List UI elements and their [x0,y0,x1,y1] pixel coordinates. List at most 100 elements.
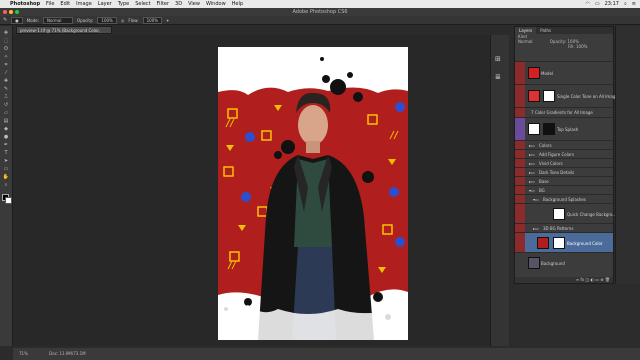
adjustment-icon[interactable]: ◐ [590,277,594,282]
hand-tool-icon[interactable]: ✋ [2,174,10,180]
layer-mask-thumbnail [543,90,555,102]
menu-view[interactable]: View [188,1,200,7]
layer-row[interactable]: Top Splash [515,117,613,140]
mask-icon[interactable]: ◫ [585,277,589,282]
path-select-tool-icon[interactable]: ➤ [2,158,10,164]
flow-field[interactable]: 100% [142,16,163,24]
menubar: Photoshop File Edit Image Layer Type Sel… [0,0,640,8]
history-icon[interactable]: ⊞ [495,55,501,63]
wifi-icon[interactable]: ◠ [585,1,589,7]
layer-fill-field[interactable]: 100% [576,44,587,49]
doc-size[interactable]: Doc: 11.9M/73.1M [49,351,85,356]
mode-select[interactable]: Normal [42,16,73,24]
layer-group-row[interactable]: ▸▭ 3D BG Patterns [515,223,613,232]
visibility-eye-icon[interactable] [515,224,525,232]
zoom-level[interactable]: 71% [19,351,28,356]
visibility-eye-icon[interactable] [515,168,525,176]
layers-panel-tabs: Layers Paths [515,27,613,34]
menu-type[interactable]: Type [118,1,129,7]
new-layer-icon[interactable]: ⊕ [600,277,603,282]
menu-edit[interactable]: Edit [60,1,70,7]
visibility-eye-icon[interactable] [515,108,525,117]
menu-window[interactable]: Window [206,1,226,7]
pen-tool-icon[interactable]: ✒ [2,142,10,148]
app-menu[interactable]: Photoshop [10,1,40,7]
type-tool-icon[interactable]: T [2,150,10,156]
visibility-eye-icon[interactable] [515,186,525,194]
layer-group-row[interactable]: ▸▭ Vivid Colors [515,158,613,167]
menu-3d[interactable]: 3D [175,1,182,7]
layer-row[interactable]: Single Color Tone on All Image [515,84,618,107]
eyedropper-tool-icon[interactable]: ⁄ [2,70,10,76]
link-icon[interactable]: ∞ [576,277,579,282]
quick-select-tool-icon[interactable]: ✧ [2,54,10,60]
document-tab[interactable]: preview-1.tif @ 71% (Background Color, R… [16,26,112,41]
visibility-eye-icon[interactable] [515,204,525,223]
visibility-eye-icon[interactable] [515,62,525,84]
layer-row-selected[interactable]: Background Color [515,232,613,252]
lasso-tool-icon[interactable]: ʘ [2,46,10,52]
layer-row[interactable]: Model [515,61,613,84]
fx-icon[interactable]: fx [580,277,584,282]
visibility-eye-icon[interactable] [515,159,525,167]
layer-row[interactable]: Quick Change Backgro... [515,203,616,223]
background-color-swatch[interactable] [5,197,12,204]
visibility-eye-icon[interactable] [515,253,525,272]
trash-icon[interactable]: 🗑 [605,277,610,282]
layer-group-row[interactable]: ▾▭ Background Splashes [515,194,613,203]
airbrush-icon[interactable]: ✦ [166,18,169,23]
visibility-eye-icon[interactable] [515,141,525,149]
layer-row[interactable]: Background [515,252,613,272]
layer-row[interactable]: 7 Color Gradients for All Image [515,107,613,117]
visibility-eye-icon[interactable] [515,233,525,252]
tab-paths[interactable]: Paths [536,27,555,34]
menu-layer[interactable]: Layer [98,1,112,7]
dodge-tool-icon[interactable]: ● [2,134,10,140]
tab-layers[interactable]: Layers [515,27,537,34]
folder-icon: ▸▭ [529,179,535,184]
pressure-opacity-icon[interactable]: ◎ [121,18,125,23]
layer-group-row[interactable]: ▸▭ Base [515,176,613,185]
gradient-tool-icon[interactable]: ▤ [2,118,10,124]
menu-icon[interactable]: ≡ [632,1,636,7]
visibility-eye-icon[interactable] [515,195,525,203]
marquee-tool-icon[interactable]: ⬚ [2,38,10,44]
document-canvas[interactable] [218,47,408,340]
menu-image[interactable]: Image [76,1,92,7]
folder-icon[interactable]: ▭ [595,277,599,282]
brush-tool-icon[interactable]: ✎ [3,17,7,23]
history-brush-tool-icon[interactable]: ↺ [2,102,10,108]
brush-tool-icon[interactable]: ✎ [2,86,10,92]
layer-name: Background Splashes [543,197,586,202]
layer-group-row[interactable]: ▸▭ Add Figure Colors [515,149,613,158]
clone-stamp-tool-icon[interactable]: ⎍ [2,94,10,100]
layer-mask-thumbnail [543,123,555,135]
properties-icon[interactable]: ≣ [495,73,501,81]
visibility-eye-icon[interactable] [515,118,525,140]
layer-name: Background Color [567,241,603,246]
crop-tool-icon[interactable]: ⌗ [2,62,10,68]
visibility-eye-icon[interactable] [515,85,525,107]
folder-icon: ▸▭ [529,143,535,148]
zoom-tool-icon[interactable]: ⌕ [2,182,10,188]
menu-filter[interactable]: Filter [157,1,169,7]
visibility-eye-icon[interactable] [515,150,525,158]
move-tool-icon[interactable]: ✥ [2,30,10,36]
layer-name: Top Splash [557,127,579,132]
opacity-field[interactable]: 100% [97,16,117,24]
battery-icon[interactable]: ▭ [595,1,600,7]
eraser-tool-icon[interactable]: ▱ [2,110,10,116]
clock[interactable]: 23:17 [605,1,619,7]
menu-help[interactable]: Help [232,1,243,7]
shape-tool-icon[interactable]: ▭ [2,166,10,172]
visibility-eye-icon[interactable] [515,177,525,185]
search-icon[interactable]: ⌕ [624,1,627,7]
layer-group-row[interactable]: ▸▭ Colors [515,140,613,149]
layer-group-row[interactable]: ▾▭ BG [515,185,613,194]
menu-select[interactable]: Select [135,1,150,7]
layer-group-row[interactable]: ▸▭ Dark Tone Details [515,167,613,176]
healing-tool-icon[interactable]: ✚ [2,78,10,84]
brush-size-field[interactable]: ● [11,16,23,24]
menu-file[interactable]: File [46,1,54,7]
blur-tool-icon[interactable]: ◆ [2,126,10,132]
